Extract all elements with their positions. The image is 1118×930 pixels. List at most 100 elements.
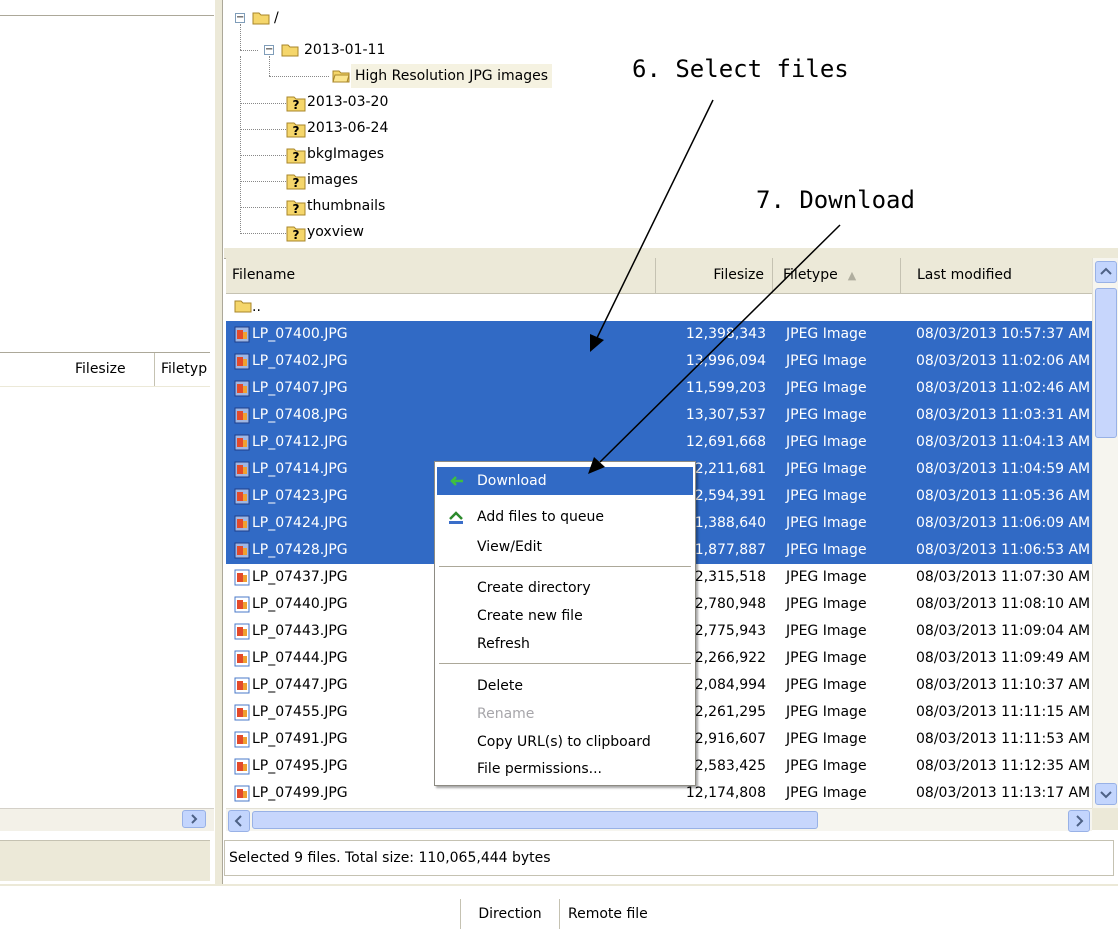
collapse-toggle[interactable]: − — [235, 13, 245, 23]
file-row[interactable]: LP_07408.JPG 13,307,537 JPEG Image 08/03/20… — [226, 402, 1092, 429]
queue-column-direction[interactable]: Direction — [460, 899, 560, 929]
column-filesize[interactable]: Filesize — [656, 258, 773, 293]
file-name: LP_07437.JPG — [252, 569, 348, 585]
file-modified: 08/03/2013 11:06:53 AM — [916, 542, 1091, 558]
column-last-modified[interactable]: Last modified — [901, 258, 1092, 293]
parent-directory-label: .. — [252, 299, 261, 315]
vertical-scroll-thumb[interactable] — [1095, 288, 1117, 438]
menu-item-refresh-label: Refresh — [477, 636, 530, 652]
file-name: LP_07455.JPG — [252, 704, 348, 720]
file-type: JPEG Image — [786, 407, 867, 423]
file-type: JPEG Image — [786, 434, 867, 450]
menu-item-create-directory[interactable]: Create directory — [437, 574, 693, 602]
menu-item-file-permissions[interactable]: File permissions... — [437, 755, 693, 783]
file-type: JPEG Image — [786, 542, 867, 558]
menu-item-copy-url[interactable]: Copy URL(s) to clipboard — [437, 728, 693, 756]
file-name: LP_07407.JPG — [252, 380, 348, 396]
file-modified: 08/03/2013 11:04:13 AM — [916, 434, 1091, 450]
menu-item-view-edit[interactable]: View/Edit — [437, 533, 693, 561]
file-modified: 08/03/2013 11:02:46 AM — [916, 380, 1091, 396]
file-row[interactable]: LP_07400.JPG 12,398,343 JPEG Image 08/03/20… — [226, 321, 1092, 348]
tree-line — [240, 233, 286, 234]
context-menu: Download Add files to queue View/Edit Cr… — [434, 461, 696, 786]
menu-item-delete-label: Delete — [477, 678, 523, 694]
jpg-file-icon — [234, 623, 250, 640]
svg-text:?: ? — [293, 228, 300, 242]
menu-item-add-to-queue-label: Add files to queue — [477, 509, 604, 525]
file-type: JPEG Image — [786, 488, 867, 504]
file-name: LP_07443.JPG — [252, 623, 348, 639]
file-name: LP_07447.JPG — [252, 677, 348, 693]
menu-item-rename[interactable]: Rename — [437, 700, 693, 728]
jpg-file-icon — [234, 326, 250, 343]
menu-item-refresh[interactable]: Refresh — [437, 630, 693, 658]
file-name: LP_07491.JPG — [252, 731, 348, 747]
scroll-up-button[interactable] — [1095, 261, 1117, 283]
menu-item-file-permissions-label: File permissions... — [477, 761, 602, 777]
file-row[interactable]: LP_07402.JPG 13,996,094 JPEG Image 08/03/20… — [226, 348, 1092, 375]
column-filename[interactable]: Filename — [226, 258, 656, 293]
file-modified: 08/03/2013 11:03:31 AM — [916, 407, 1091, 423]
status-text: Selected 9 files. Total size: 110,065,44… — [229, 850, 551, 866]
download-arrow-icon — [450, 476, 463, 486]
jpg-file-icon — [234, 488, 250, 505]
jpg-file-icon — [234, 731, 250, 748]
column-filetype[interactable]: Filetype ▲ — [773, 258, 901, 293]
file-type: JPEG Image — [786, 785, 867, 801]
file-type: JPEG Image — [786, 461, 867, 477]
file-modified: 08/03/2013 11:04:59 AM — [916, 461, 1091, 477]
menu-item-create-new-file[interactable]: Create new file — [437, 602, 693, 630]
menu-item-delete[interactable]: Delete — [437, 672, 693, 700]
unknown-folder-icon: ? — [286, 200, 306, 216]
unknown-folder-icon: ? — [286, 226, 306, 242]
svg-text:?: ? — [293, 98, 300, 112]
file-name: LP_07414.JPG — [252, 461, 348, 477]
pane-splitter[interactable] — [214, 0, 223, 884]
file-name: LP_07412.JPG — [252, 434, 348, 450]
tree-line — [240, 129, 286, 130]
remote-status-bar: Selected 9 files. Total size: 110,065,44… — [224, 840, 1114, 876]
remote-directory-tree: − / − 2013-01-11 High Resolution JPG ima… — [224, 0, 1118, 248]
file-modified: 08/03/2013 11:10:37 AM — [916, 677, 1091, 693]
scroll-down-button[interactable] — [1095, 783, 1117, 805]
tree-line — [240, 155, 286, 156]
parent-directory-row[interactable]: .. — [226, 294, 1092, 321]
local-scroll-right-button[interactable] — [182, 810, 206, 828]
jpg-file-icon — [234, 434, 250, 451]
tree-line — [240, 50, 258, 51]
file-name: LP_07444.JPG — [252, 650, 348, 666]
file-type: JPEG Image — [786, 650, 867, 666]
unknown-folder-icon: ? — [286, 174, 306, 190]
file-row[interactable]: LP_07407.JPG 11,599,203 JPEG Image 08/03/20… — [226, 375, 1092, 402]
tree-line — [240, 103, 286, 104]
add-to-queue-icon — [449, 511, 463, 524]
jpg-file-icon — [234, 704, 250, 721]
jpg-file-icon — [234, 353, 250, 370]
horizontal-scroll-thumb[interactable] — [252, 811, 818, 829]
collapse-toggle[interactable]: − — [264, 45, 274, 55]
scrollbar-corner — [1092, 808, 1118, 830]
local-column-filesize[interactable]: Filesize — [75, 353, 145, 386]
file-name: LP_07408.JPG — [252, 407, 348, 423]
queue-column-remote-file[interactable]: Remote file — [568, 899, 648, 929]
local-column-filetype[interactable]: Filetyp — [154, 353, 210, 386]
scroll-left-button[interactable] — [228, 810, 250, 832]
remote-vertical-scrollbar[interactable] — [1092, 258, 1118, 808]
file-row[interactable]: LP_07412.JPG 12,691,668 JPEG Image 08/03/20… — [226, 429, 1092, 456]
menu-item-download[interactable]: Download — [437, 467, 693, 495]
menu-item-rename-label: Rename — [477, 706, 535, 722]
file-size: 11,599,203 — [685, 380, 766, 396]
svg-text:?: ? — [293, 176, 300, 190]
file-name: LP_07402.JPG — [252, 353, 348, 369]
sort-ascending-icon: ▲ — [847, 269, 857, 282]
open-folder-icon — [332, 70, 350, 83]
menu-item-add-to-queue[interactable]: Add files to queue — [437, 503, 693, 531]
remote-horizontal-scrollbar[interactable] — [226, 808, 1092, 832]
scroll-right-button[interactable] — [1068, 810, 1090, 832]
annotation-select-files: 6. Select files — [632, 55, 849, 83]
file-size: 12,398,343 — [685, 326, 766, 342]
folder-icon — [281, 44, 299, 57]
svg-text:?: ? — [293, 202, 300, 216]
file-modified: 08/03/2013 11:12:35 AM — [916, 758, 1091, 774]
file-name: LP_07423.JPG — [252, 488, 348, 504]
